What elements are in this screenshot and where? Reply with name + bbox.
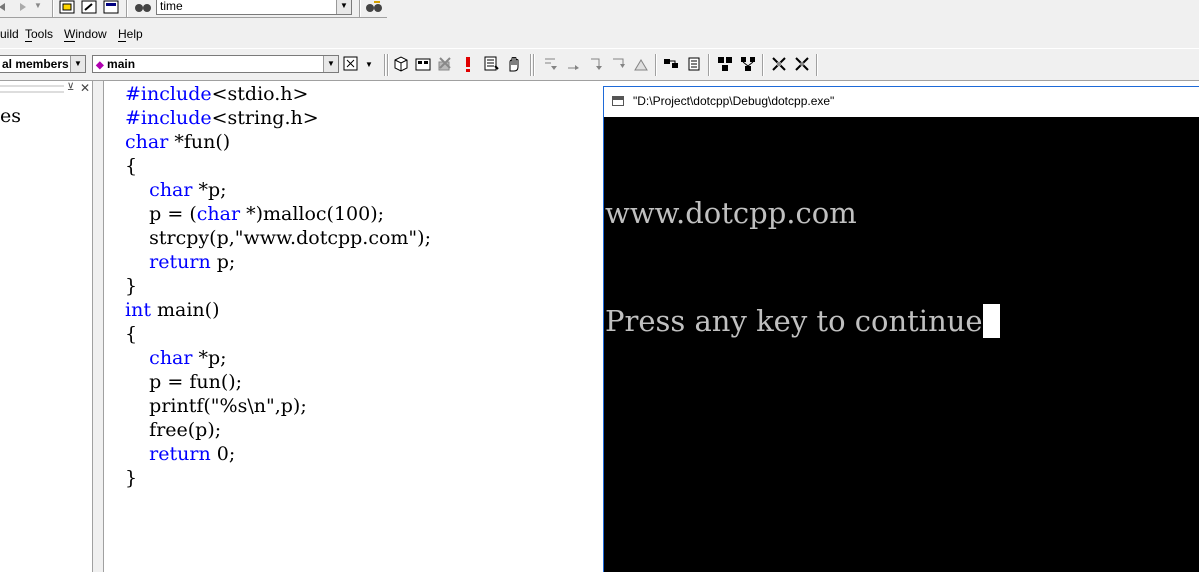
- code-line: int main(): [125, 299, 220, 321]
- code-line: char *fun(): [125, 131, 231, 153]
- menu-underline-help: [118, 41, 126, 42]
- console-output: www.dotcpp.com Press any key to continue: [605, 123, 1000, 411]
- chevron-down-icon[interactable]: ▼: [336, 0, 351, 14]
- code-keyword: char: [196, 203, 241, 225]
- menu-build[interactable]: uild: [0, 27, 19, 41]
- step-over-icon[interactable]: [563, 54, 583, 74]
- call-stack-icon[interactable]: [769, 54, 789, 74]
- toolbar-separator: [384, 54, 386, 76]
- code-line: strcpy(p,"www.dotcpp.com");: [125, 227, 431, 249]
- execute-icon[interactable]: [458, 54, 478, 74]
- quickwatch-icon[interactable]: [631, 54, 651, 74]
- code-keyword: #include: [125, 83, 212, 105]
- toolbar-standard: ▼ time ▼: [0, 0, 1199, 18]
- menu-window[interactable]: Window: [64, 27, 107, 41]
- find-in-files-icon[interactable]: [133, 0, 153, 17]
- run-to-cursor-icon[interactable]: [608, 54, 628, 74]
- toolbar-separator: [655, 54, 657, 76]
- redo-icon[interactable]: [11, 0, 31, 17]
- chevron-down-icon[interactable]: ▼: [323, 56, 338, 72]
- menu-underline-window: [64, 41, 75, 42]
- step-into-icon[interactable]: [541, 54, 561, 74]
- chevron-down-icon[interactable]: ▼: [70, 56, 85, 72]
- function-icon: ◆: [96, 60, 104, 71]
- code-line: p = fun();: [125, 371, 243, 393]
- toolbar-separator: [52, 0, 54, 18]
- code-line: char *p;: [149, 347, 227, 369]
- toolbar-separator: [387, 54, 389, 76]
- console-line-2-text: Press any key to continue: [605, 304, 983, 338]
- close-icon[interactable]: ✕: [80, 81, 90, 95]
- function-combo-value: main: [107, 57, 136, 71]
- build-icon[interactable]: [413, 54, 433, 74]
- memory-icon[interactable]: [738, 54, 758, 74]
- undo-dropdown-icon[interactable]: ▼: [34, 1, 42, 10]
- code-line: #include<stdio.h>: [125, 83, 309, 105]
- members-combo[interactable]: al members ▼: [0, 55, 86, 73]
- splitter[interactable]: [93, 81, 104, 572]
- code-line: }: [125, 467, 138, 489]
- console-line-2: Press any key to continue: [605, 303, 1000, 339]
- workspace-grip[interactable]: [0, 85, 64, 93]
- toolbar-separator: [708, 54, 710, 76]
- code-line: p = (char *)malloc(100);: [125, 203, 385, 225]
- code-line: {: [125, 155, 138, 177]
- find-combo-value: time: [160, 0, 183, 13]
- code-keyword: return: [149, 251, 211, 273]
- toolbar-separator: [126, 0, 128, 18]
- menu-help[interactable]: Help: [118, 27, 143, 41]
- step-out-icon[interactable]: [586, 54, 606, 74]
- insert-breakpoint-icon[interactable]: [504, 54, 524, 74]
- code-keyword: return: [149, 443, 211, 465]
- code-line: }: [125, 275, 138, 297]
- go-icon[interactable]: [481, 54, 501, 74]
- console-title: "D:\Project\dotcpp\Debug\dotcpp.exe": [633, 94, 835, 108]
- code-line: printf("%s\n",p);: [125, 395, 307, 417]
- code-line: char *p;: [149, 179, 227, 201]
- window-list-icon[interactable]: [101, 0, 121, 17]
- toolbar-separator: [762, 54, 764, 76]
- compile-icon[interactable]: [391, 54, 411, 74]
- registers-icon[interactable]: [715, 54, 735, 74]
- code-keyword: char: [125, 131, 169, 153]
- workspace-icon[interactable]: [57, 0, 77, 17]
- menu-bar: [0, 18, 1199, 48]
- wizard-dropdown-icon[interactable]: ▼: [365, 60, 373, 69]
- function-combo[interactable]: ◆ main ▼: [92, 55, 339, 73]
- output-icon[interactable]: [79, 0, 99, 17]
- code-keyword: int: [125, 299, 151, 321]
- restore-icon[interactable]: ⊻: [67, 82, 74, 93]
- toolbar-wizard: al members ▼ ◆ main ▼ ▼: [0, 48, 1199, 81]
- workspace-pane: ⊻ ✕ es: [0, 81, 93, 572]
- code-line: {: [125, 323, 138, 345]
- console-line-1: www.dotcpp.com: [605, 196, 857, 230]
- console-app-icon: [612, 96, 624, 106]
- disassembly-icon[interactable]: [792, 54, 812, 74]
- code-line: return p;: [149, 251, 236, 273]
- watch-icon[interactable]: [661, 54, 681, 74]
- code-line: return 0;: [149, 443, 236, 465]
- workspace-tab-label[interactable]: es: [0, 105, 21, 127]
- code-keyword: char: [149, 179, 193, 201]
- code-keyword: #include: [125, 107, 212, 129]
- toolbar-separator: [359, 0, 361, 18]
- console-window[interactable]: "D:\Project\dotcpp\Debug\dotcpp.exe" www…: [603, 86, 1199, 572]
- stop-build-icon[interactable]: [435, 54, 455, 74]
- toolbar-separator: [816, 54, 818, 76]
- code-keyword: char: [149, 347, 193, 369]
- code-lines: #include<stdio.h> #include<string.h> char …: [125, 82, 431, 490]
- menu-underline-tools: [25, 41, 32, 42]
- find-icon[interactable]: [364, 0, 384, 17]
- wizard-actions-icon[interactable]: [341, 54, 361, 74]
- console-title-bar[interactable]: "D:\Project\dotcpp\Debug\dotcpp.exe": [604, 87, 1199, 117]
- toolbar-separator: [530, 54, 532, 76]
- console-cursor: [982, 304, 1000, 338]
- code-line: free(p);: [125, 419, 222, 441]
- code-line: #include<string.h>: [125, 107, 319, 129]
- toolbar-separator: [533, 54, 535, 76]
- menu-tools[interactable]: Tools: [25, 27, 53, 41]
- variables-icon[interactable]: [684, 54, 704, 74]
- find-combo[interactable]: time ▼: [156, 0, 352, 15]
- members-combo-value: al members: [2, 57, 69, 71]
